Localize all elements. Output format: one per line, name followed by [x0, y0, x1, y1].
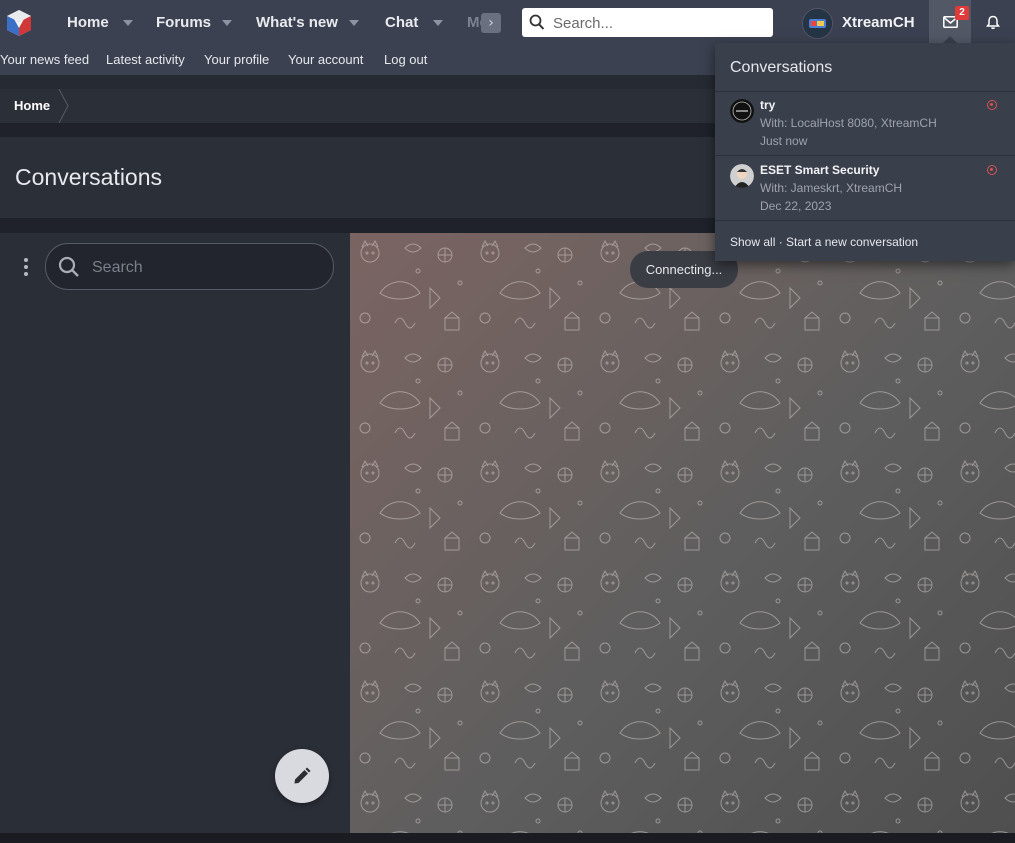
conversation-item[interactable]: try With: LocalHost 8080, XtreamCH Just … [715, 92, 1015, 156]
kebab-menu-icon[interactable] [22, 258, 30, 276]
breadcrumb-separator-icon [58, 89, 69, 123]
conversation-participants: With: LocalHost 8080, XtreamCH [760, 116, 937, 130]
search-icon [529, 14, 545, 30]
conversation-search[interactable] [45, 243, 334, 291]
avatar [730, 99, 754, 123]
chevron-right-icon[interactable]: › [481, 13, 501, 33]
subnav-news-feed[interactable]: Your news feed [0, 45, 89, 74]
nav-home[interactable]: Home [67, 0, 109, 45]
show-all-link[interactable]: Show all [730, 235, 775, 249]
dropdown-title: Conversations [730, 59, 833, 76]
conversation-title[interactable]: ESET Smart Security [760, 163, 879, 177]
global-search[interactable] [522, 8, 773, 39]
nav-chat[interactable]: Chat [385, 0, 418, 45]
doodle-pattern [350, 233, 1015, 833]
site-logo[interactable] [4, 8, 34, 38]
dropdown-caret [943, 36, 957, 43]
top-navigation: Home Forums What's new Chat Me › XtreamC… [0, 0, 1015, 45]
conversation-title[interactable]: try [760, 98, 775, 112]
conversation-item[interactable]: ESET Smart Security With: Jameskrt, Xtre… [715, 157, 1015, 221]
chevron-down-icon[interactable] [349, 20, 359, 26]
user-avatar[interactable] [802, 8, 833, 39]
pencil-icon [294, 767, 311, 784]
compose-button[interactable] [275, 749, 329, 803]
nav-more[interactable]: Me [467, 0, 481, 45]
conversation-search-input[interactable] [90, 244, 324, 291]
start-conversation-link[interactable]: Start a new conversation [786, 235, 918, 249]
conversation-list-pane [0, 233, 350, 833]
conversation-time: Just now [760, 134, 808, 148]
chevron-down-icon[interactable] [222, 20, 232, 26]
page-title: Conversations [15, 164, 163, 190]
global-search-input[interactable] [551, 8, 765, 39]
subnav-latest-activity[interactable]: Latest activity [106, 45, 185, 74]
chevron-down-icon[interactable] [123, 20, 133, 26]
username[interactable]: XtreamCH [842, 0, 915, 45]
nav-whats-new[interactable]: What's new [256, 0, 338, 45]
subnav-log-out[interactable]: Log out [384, 45, 427, 74]
inbox-count-badge: 2 [955, 6, 969, 20]
unread-indicator-icon[interactable] [987, 100, 997, 110]
footer-strip [0, 833, 1015, 843]
dropdown-footer: Show all · Start a new conversation [730, 235, 918, 249]
conversations-dropdown: Conversations try With: LocalHost 8080, … [715, 43, 1015, 261]
divider [715, 155, 1015, 156]
chat-background [350, 233, 1015, 833]
divider [715, 220, 1015, 221]
nav-forums[interactable]: Forums [156, 0, 211, 45]
bell-icon[interactable] [986, 15, 1000, 34]
conversation-time: Dec 22, 2023 [760, 199, 832, 213]
footer-separator: · [775, 235, 787, 249]
unread-indicator-icon[interactable] [987, 165, 997, 175]
conversation-participants: With: Jameskrt, XtreamCH [760, 181, 903, 195]
avatar [730, 164, 754, 188]
subnav-your-profile[interactable]: Your profile [204, 45, 269, 74]
subnav-your-account[interactable]: Your account [288, 45, 363, 74]
search-icon [58, 256, 79, 277]
breadcrumb-home[interactable]: Home [14, 89, 50, 123]
chevron-down-icon[interactable] [433, 20, 443, 26]
